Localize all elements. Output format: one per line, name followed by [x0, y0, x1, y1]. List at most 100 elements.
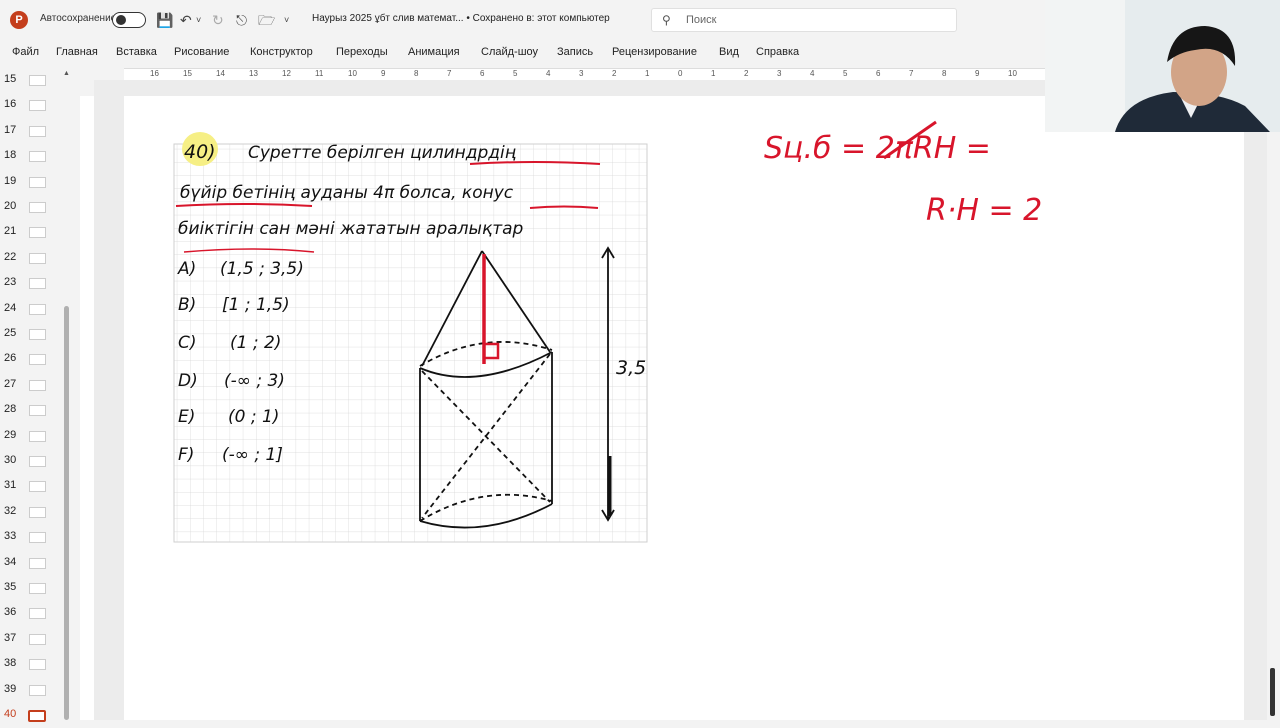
- slide-preview: [29, 684, 46, 696]
- menu-design[interactable]: Конструктор: [250, 46, 313, 58]
- slide-preview: [29, 557, 46, 569]
- canvas-scrollbar[interactable]: [1268, 664, 1276, 720]
- slide-thumbnail[interactable]: 26: [0, 348, 60, 372]
- slide-thumbnail[interactable]: 25: [0, 323, 60, 347]
- slide-thumbnail[interactable]: 33: [0, 526, 60, 550]
- ruler-tick-label: 6: [480, 69, 485, 78]
- slide-thumbnail[interactable]: 18: [0, 145, 60, 169]
- slide-preview: [29, 633, 46, 645]
- menu-view[interactable]: Вид: [719, 46, 739, 58]
- menu-file[interactable]: Файл: [12, 46, 39, 58]
- search-box[interactable]: ⚲ Поиск: [651, 8, 957, 32]
- slide-thumbnail[interactable]: 39: [0, 679, 60, 703]
- ruler-tick-label: 10: [1008, 69, 1017, 78]
- option-b-text: [1 ; 1,5): [222, 295, 290, 315]
- slide-thumbnail[interactable]: 16: [0, 94, 60, 118]
- menu-help[interactable]: Справка: [756, 46, 799, 58]
- slide-preview: [29, 252, 46, 264]
- undo-dropdown-icon[interactable]: ˅: [196, 10, 201, 30]
- menu-insert[interactable]: Вставка: [116, 46, 157, 58]
- ruler-tick-label: 6: [876, 69, 881, 78]
- slide-thumbnail[interactable]: 34: [0, 552, 60, 576]
- ruler-tick-label: 4: [810, 69, 815, 78]
- slide-preview: [29, 532, 46, 544]
- save-icon[interactable]: 💾: [156, 10, 173, 30]
- slide-preview: [29, 125, 46, 137]
- ruler-tick-label: 14: [216, 69, 225, 78]
- slide-thumbnail[interactable]: 27: [0, 374, 60, 398]
- problem-line-1: Суретте берілген цилиндрдің: [248, 143, 516, 163]
- ruler-tick-label: 4: [546, 69, 551, 78]
- ruler-tick-label: 9: [381, 69, 386, 78]
- slide-thumbnail[interactable]: 31: [0, 475, 60, 499]
- slide-thumbnail[interactable]: 36: [0, 602, 60, 626]
- slide-number: 28: [4, 403, 17, 416]
- search-icon: ⚲: [662, 13, 671, 27]
- menu-review[interactable]: Рецензирование: [612, 46, 697, 58]
- slide-thumbnail[interactable]: 15: [0, 69, 60, 93]
- slide-preview: [29, 176, 46, 188]
- scrollbar-thumb[interactable]: [64, 306, 69, 720]
- canvas-scrollbar-thumb[interactable]: [1270, 668, 1275, 716]
- ruler-tick-label: 12: [282, 69, 291, 78]
- toggle-knob: [116, 15, 126, 25]
- slide-preview: [29, 227, 46, 239]
- slide-number: 31: [4, 479, 17, 492]
- slide-thumbnail[interactable]: 21: [0, 221, 60, 245]
- slide-preview: [28, 710, 46, 722]
- option-e-letter: E): [178, 407, 195, 427]
- slide-number: 38: [4, 657, 17, 670]
- slide-thumbnail[interactable]: 29: [0, 425, 60, 449]
- menu-animations[interactable]: Анимация: [408, 46, 460, 58]
- ruler-tick-label: 1: [711, 69, 716, 78]
- menu-home[interactable]: Главная: [56, 46, 98, 58]
- search-placeholder: Поиск: [686, 14, 717, 26]
- scroll-up-icon[interactable]: ▲: [63, 70, 70, 77]
- ruler-tick-label: 8: [414, 69, 419, 78]
- menu-draw[interactable]: Рисование: [174, 46, 229, 58]
- slide-thumbnail[interactable]: 32: [0, 501, 60, 525]
- slide-thumbnail[interactable]: 19: [0, 171, 60, 195]
- slide-number: 27: [4, 377, 17, 390]
- webcam-overlay: [1045, 0, 1280, 132]
- ruler-tick-label: 2: [612, 69, 617, 78]
- slide-thumbnail[interactable]: 40: [0, 704, 60, 728]
- undo-icon[interactable]: ↶: [180, 10, 192, 30]
- slide-thumbnail[interactable]: 38: [0, 653, 60, 677]
- slide-preview: [29, 430, 46, 442]
- slide-number: 37: [4, 631, 17, 644]
- redo-icon[interactable]: ↻: [212, 10, 224, 30]
- autosave-toggle[interactable]: [112, 12, 146, 28]
- menu-slideshow[interactable]: Слайд-шоу: [481, 46, 538, 58]
- slide-number: 34: [4, 555, 17, 568]
- slide-number: 32: [4, 504, 17, 517]
- slide[interactable]: 40) Суретте берілген цилиндрдің бүйір бе…: [124, 96, 1244, 720]
- slide-thumbnail[interactable]: 20: [0, 196, 60, 220]
- slide-preview: [29, 151, 46, 163]
- option-d-text: (-∞ ; 3): [224, 371, 285, 391]
- slide-thumbnail[interactable]: 35: [0, 577, 60, 601]
- slide-thumbnail[interactable]: 17: [0, 120, 60, 144]
- ruler-tick-label: 1: [645, 69, 650, 78]
- document-title[interactable]: Наурыз 2025 ұбт слив математ... • Сохран…: [312, 13, 610, 24]
- slide-number: 33: [4, 530, 17, 543]
- thumbnail-scrollbar[interactable]: ▲: [62, 70, 72, 720]
- autosave-label: Автосохранение: [40, 13, 117, 24]
- slide-thumbnail[interactable]: 22: [0, 247, 60, 271]
- slide-thumbnail[interactable]: 23: [0, 272, 60, 296]
- slide-number: 36: [4, 606, 17, 619]
- open-icon[interactable]: 🗁: [258, 10, 275, 30]
- ruler-tick-label: 7: [447, 69, 452, 78]
- present-icon[interactable]: ⎋: [236, 10, 247, 30]
- option-a-letter: A): [177, 259, 196, 279]
- slide-thumbnail[interactable]: 37: [0, 628, 60, 652]
- menu-transitions[interactable]: Переходы: [336, 46, 388, 58]
- slide-thumbnail[interactable]: 24: [0, 298, 60, 322]
- option-b-letter: B): [178, 295, 196, 315]
- ruler-tick-label: 8: [942, 69, 947, 78]
- ruler-tick-label: 16: [150, 69, 159, 78]
- customize-icon[interactable]: ˅: [284, 10, 289, 30]
- slide-thumbnail[interactable]: 30: [0, 450, 60, 474]
- menu-record[interactable]: Запись: [557, 46, 593, 58]
- slide-thumbnail[interactable]: 28: [0, 399, 60, 423]
